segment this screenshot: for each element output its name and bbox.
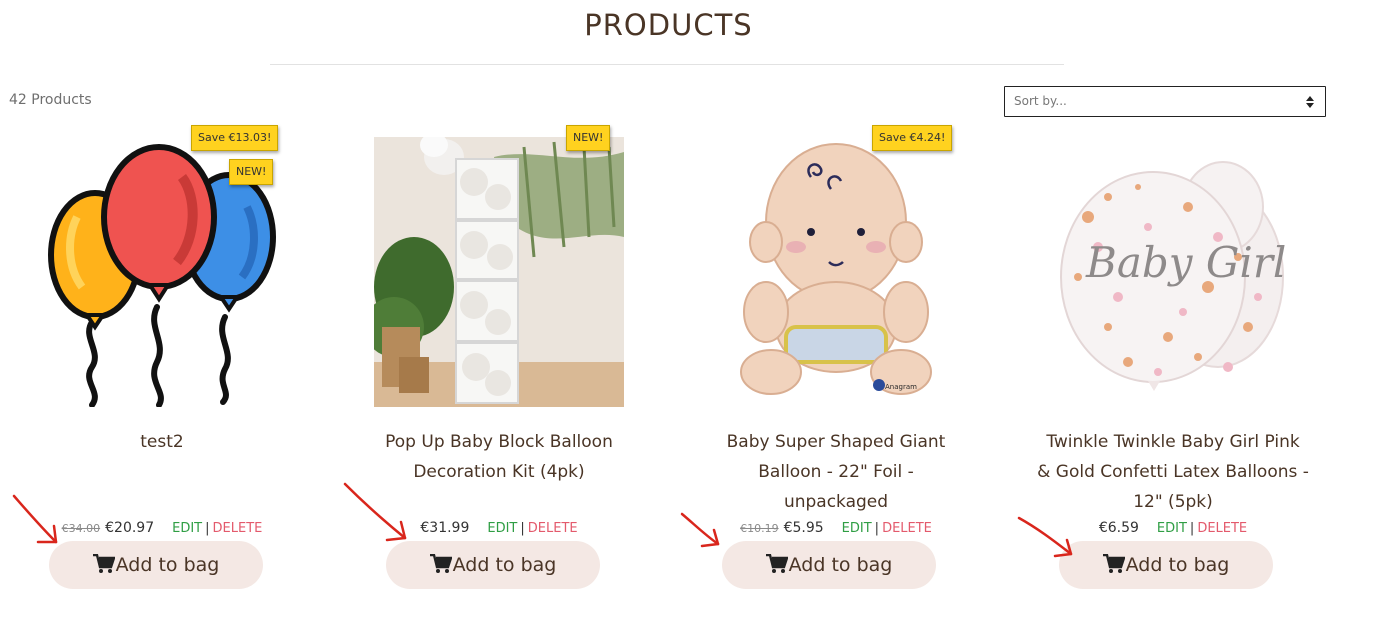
title-divider [270,64,1064,65]
sort-select[interactable]: Sort by... [1004,86,1326,117]
cart-icon [1102,553,1126,573]
edit-link[interactable]: EDIT [172,521,202,536]
link-separator: | [874,521,880,536]
red-arrow-annotation [12,494,58,544]
current-price: €20.97 [105,520,155,536]
balloon-print: Baby Girl [1085,238,1286,287]
original-price: €10.19 [740,522,779,535]
add-to-bag-label: Add to bag [788,554,893,576]
delete-link[interactable]: DELETE [1197,521,1247,536]
product-image[interactable]: Baby Girl [1048,137,1298,407]
add-to-bag-button[interactable]: Add to bag [386,541,600,589]
current-price: €6.59 [1098,520,1139,536]
link-separator: | [520,521,525,536]
product-card: Anagram Save €4.24! Baby Super Shaped Gi… [686,125,986,605]
delete-link[interactable]: DELETE [213,521,263,536]
save-badge: Save €13.03! [191,125,279,151]
add-to-bag-button[interactable]: Add to bag [722,541,936,589]
delete-link[interactable]: DELETE [882,521,932,536]
red-arrow-annotation [1017,516,1073,558]
new-badge: NEW! [566,125,611,151]
cart-icon [92,553,116,573]
product-image[interactable]: Anagram [711,137,961,407]
new-badge: NEW! [229,159,274,185]
current-price: €5.95 [783,520,824,536]
delete-link[interactable]: DELETE [528,521,578,536]
add-to-bag-label: Add to bag [1125,554,1230,576]
current-price: €31.99 [420,520,470,536]
red-arrow-annotation [343,482,407,542]
add-to-bag-label: Add to bag [115,554,220,576]
product-name[interactable]: test2 [12,427,312,457]
red-arrow-annotation [680,512,720,548]
product-image[interactable] [374,137,624,407]
product-name[interactable]: Pop Up Baby Block Balloon Decoration Kit… [349,427,649,487]
link-separator: | [205,521,210,536]
original-price: €34.00 [61,522,101,535]
link-separator: | [1189,521,1195,536]
product-count: 42 Products [9,92,92,108]
page-title: PRODUCTS [584,8,753,42]
save-badge: Save €4.24! [872,125,953,151]
add-to-bag-button[interactable]: Add to bag [1059,541,1273,589]
edit-link[interactable]: EDIT [842,521,872,536]
edit-link[interactable]: EDIT [1157,521,1187,536]
product-name[interactable]: Baby Super Shaped Giant Balloon - 22" Fo… [686,427,986,517]
price-row: €10.19 €5.95 EDIT | DELETE [686,520,986,536]
cart-icon [765,553,789,573]
edit-link[interactable]: EDIT [487,521,517,536]
add-to-bag-label: Add to bag [452,554,557,576]
add-to-bag-button[interactable]: Add to bag [49,541,263,589]
brand-mark: Anagram [885,383,917,391]
cart-icon [429,553,453,573]
product-name[interactable]: Twinkle Twinkle Baby Girl Pink & Gold Co… [1023,427,1323,517]
sort-select-value: Sort by... [1014,94,1067,108]
sort-arrows-icon [1306,96,1314,108]
